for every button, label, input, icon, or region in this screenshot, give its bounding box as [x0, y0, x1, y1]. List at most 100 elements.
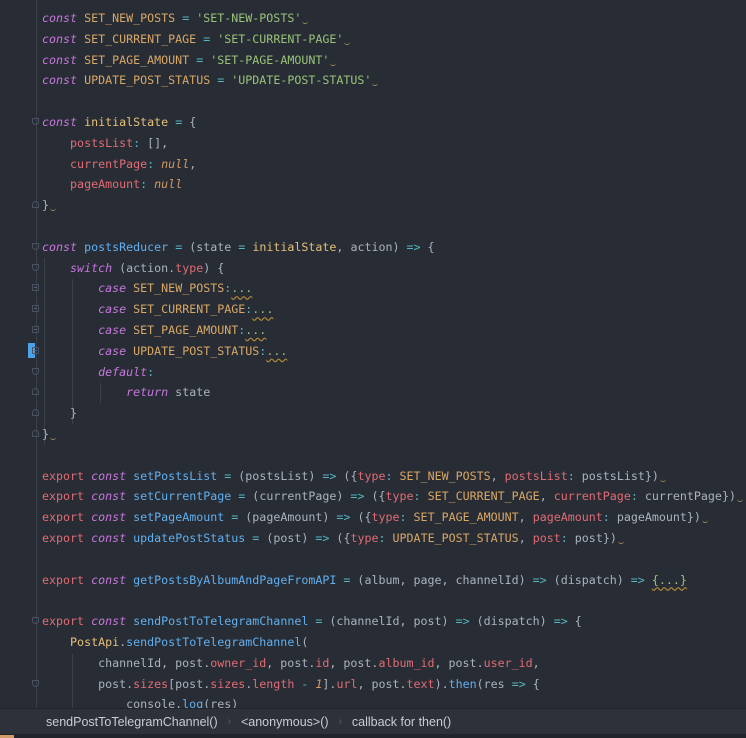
warning-squiggle-icon — [736, 497, 743, 503]
code-line[interactable] — [42, 549, 743, 570]
fold-collapse-icon[interactable] — [32, 679, 39, 687]
code-line[interactable] — [42, 445, 743, 466]
breadcrumb-item[interactable]: sendPostToTelegramChannel() — [46, 715, 218, 729]
code-line[interactable]: currentPage: null, — [42, 154, 743, 175]
code-token: setPostsList — [133, 468, 218, 483]
code-line[interactable]: console.log(res) — [42, 694, 743, 708]
code-token: => — [455, 614, 470, 629]
code-line[interactable]: PostApi.sendPostToTelegramChannel( — [42, 632, 743, 653]
code-line[interactable] — [42, 216, 743, 237]
code-token: 'UPDATE-POST-STATUS' — [231, 73, 372, 88]
fold-expand-icon[interactable] — [32, 346, 39, 354]
code-token: export — [42, 572, 85, 587]
code-token: export — [42, 530, 85, 545]
code-token: : — [385, 468, 393, 483]
code-token: case — [98, 343, 127, 358]
code-token: (post) — [259, 530, 316, 545]
code-line[interactable]: postsList: [], — [42, 133, 743, 154]
code-line[interactable]: const SET_CURRENT_PAGE = 'SET-CURRENT-PA… — [42, 29, 743, 50]
code-line[interactable]: export const setPageAmount = (pageAmount… — [42, 507, 743, 528]
code-line[interactable]: channelId, post.owner_id, post.id, post.… — [42, 653, 743, 674]
code-token: ) { — [203, 260, 225, 275]
code-token: console. — [42, 697, 183, 708]
folded-code-placeholder[interactable]: ... — [245, 323, 266, 337]
code-line[interactable]: case SET_CURRENT_PAGE:... — [32, 299, 743, 320]
code-line[interactable]: } — [32, 195, 743, 216]
code-token: setPageAmount — [133, 510, 225, 525]
fold-expand-icon[interactable] — [32, 325, 39, 333]
code-line[interactable]: switch (action.type) { — [32, 258, 743, 279]
code-token: { — [525, 676, 540, 691]
code-line[interactable]: const UPDATE_POST_STATUS = 'UPDATE-POST-… — [42, 70, 743, 91]
code-token: => — [532, 572, 547, 587]
fold-collapse-icon[interactable] — [32, 367, 39, 375]
code-line[interactable]: const initialState = { — [32, 112, 743, 133]
code-line[interactable]: case UPDATE_POST_STATUS:... — [32, 341, 743, 362]
code-token: null — [154, 177, 183, 192]
code-line[interactable]: pageAmount: null — [42, 174, 743, 195]
code-line[interactable]: } — [32, 424, 743, 445]
code-token: type — [175, 260, 204, 275]
code-token: (res) — [203, 697, 239, 708]
fold-collapse-icon[interactable] — [32, 409, 39, 417]
code-line[interactable]: export const setCurrentPage = (currentPa… — [42, 486, 743, 507]
code-token: sizes — [133, 676, 169, 691]
code-token: SET_NEW_POSTS — [133, 281, 225, 296]
code-line[interactable]: case SET_PAGE_AMOUNT:... — [32, 320, 743, 341]
code-token: SET_PAGE_AMOUNT — [413, 510, 519, 525]
fold-collapse-icon[interactable] — [32, 617, 39, 625]
fold-expand-icon[interactable] — [32, 284, 39, 292]
fold-collapse-icon[interactable] — [32, 263, 39, 271]
fold-expand-icon[interactable] — [32, 305, 39, 313]
code-token: pageAmount — [532, 510, 603, 525]
folded-code-placeholder[interactable]: {...} — [652, 573, 687, 587]
code-line[interactable]: return state — [32, 382, 743, 403]
fold-collapse-icon[interactable] — [32, 242, 39, 250]
code-token: postsReducer — [84, 239, 169, 254]
breadcrumb-item[interactable]: callback for then() — [352, 715, 451, 729]
code-token: => — [511, 676, 526, 691]
fold-collapse-icon[interactable] — [32, 117, 39, 125]
breadcrumb-separator: › — [227, 716, 231, 727]
folded-code-placeholder[interactable]: ... — [231, 281, 252, 295]
code-token: => — [336, 510, 351, 525]
code-line[interactable]: post.sizes[post.sizes.length - 1].url, p… — [32, 674, 743, 695]
code-token: return — [126, 385, 169, 400]
code-token: 'SET-CURRENT-PAGE' — [217, 31, 344, 46]
code-token: , post. — [357, 676, 407, 691]
folded-code-placeholder[interactable]: ... — [252, 302, 273, 316]
folded-code-placeholder[interactable]: ... — [266, 344, 287, 358]
warning-squiggle-icon — [344, 40, 351, 45]
code-line[interactable]: default: — [32, 362, 743, 383]
code-token: , post. — [266, 655, 316, 670]
breadcrumb-item[interactable]: <anonymous>() — [241, 715, 329, 729]
code-editor[interactable]: const SET_NEW_POSTS = 'SET-NEW-POSTS' con… — [0, 0, 746, 708]
code-line[interactable]: const postsReducer = (state = initialSta… — [32, 237, 743, 258]
code-line[interactable]: export const updatePostStatus = (post) =… — [42, 528, 743, 549]
fold-collapse-icon[interactable] — [32, 201, 39, 209]
code-token: } — [42, 198, 50, 213]
code-line[interactable]: export const getPostsByAlbumAndPageFromA… — [42, 570, 743, 591]
code-token: const — [91, 510, 127, 525]
code-token: length — [252, 676, 295, 691]
fold-collapse-icon[interactable] — [32, 429, 39, 437]
code-line[interactable] — [42, 91, 743, 112]
code-token: , — [518, 510, 533, 525]
code-token: case — [98, 302, 127, 317]
code-token: , — [518, 530, 533, 545]
fold-collapse-icon[interactable] — [32, 388, 39, 396]
code-line[interactable]: const SET_PAGE_AMOUNT = 'SET-PAGE-AMOUNT… — [42, 50, 743, 71]
code-token: , — [539, 489, 554, 504]
code-line[interactable]: export const setPostsList = (postsList) … — [42, 466, 743, 487]
code-token: export — [42, 489, 85, 504]
code-line[interactable]: } — [32, 403, 743, 424]
code-line[interactable]: case SET_NEW_POSTS:... — [32, 278, 743, 299]
code-line[interactable]: export const sendPostToTelegramChannel =… — [32, 611, 743, 632]
code-token: : — [602, 510, 610, 525]
code-line[interactable] — [42, 590, 743, 611]
code-line[interactable]: const SET_NEW_POSTS = 'SET-NEW-POSTS' — [42, 8, 743, 29]
